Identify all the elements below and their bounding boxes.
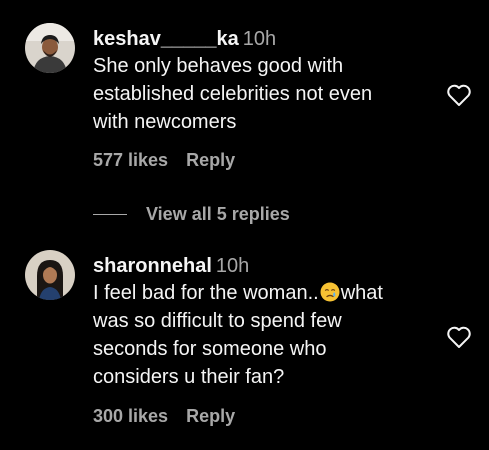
avatar-photo-woman bbox=[25, 250, 75, 300]
heart-outline-icon[interactable] bbox=[446, 83, 472, 107]
reply-button[interactable]: Reply bbox=[186, 150, 235, 170]
comment-username[interactable]: keshav_____ka bbox=[93, 28, 239, 50]
comment-timestamp: 10h bbox=[215, 255, 250, 277]
comment-username[interactable]: sharonnehal bbox=[93, 255, 212, 277]
user-avatar[interactable] bbox=[25, 23, 75, 73]
like-count[interactable]: 300 likes bbox=[93, 406, 168, 426]
heart-outline-icon[interactable] bbox=[446, 325, 472, 349]
comment-text: She only behaves good with established c… bbox=[93, 55, 373, 133]
view-replies-label[interactable]: View all 5 replies bbox=[146, 204, 290, 225]
view-replies-button[interactable]: View all 5 replies bbox=[93, 200, 290, 228]
reply-button[interactable]: Reply bbox=[186, 406, 235, 426]
comment-text: I feel bad for the woman.. what was so d… bbox=[93, 279, 443, 391]
like-count[interactable]: 577 likes bbox=[93, 150, 168, 170]
replies-divider-line bbox=[93, 213, 127, 215]
user-avatar[interactable] bbox=[25, 250, 75, 300]
comment-timestamp: 10h bbox=[242, 28, 277, 50]
avatar-photo-man bbox=[25, 23, 75, 73]
crying-face-emoji bbox=[320, 282, 340, 302]
comment-text-part1: I feel bad for the woman.. bbox=[93, 282, 319, 304]
